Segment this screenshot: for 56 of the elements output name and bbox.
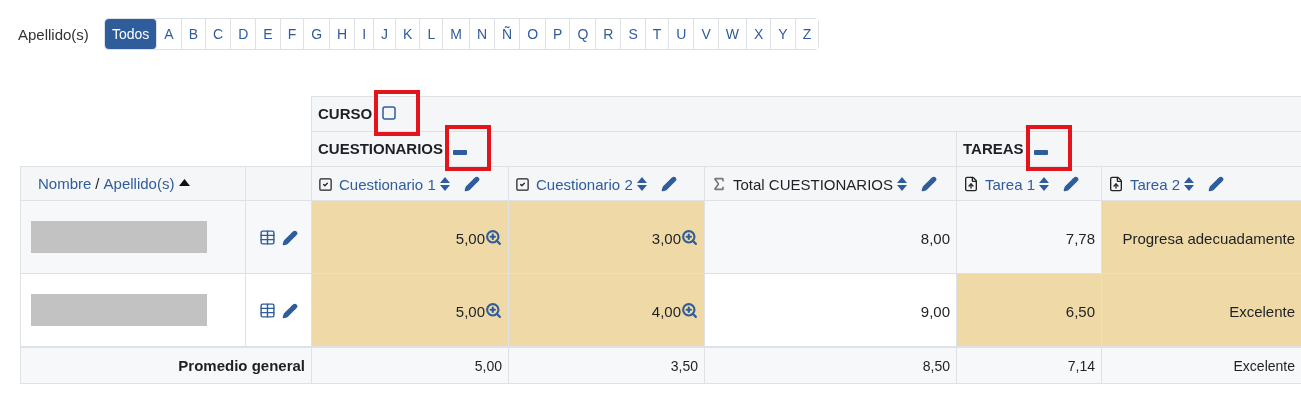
edit-icon[interactable] xyxy=(282,229,298,246)
category-name: CUESTIONARIOS xyxy=(318,139,443,157)
separator: / xyxy=(95,175,100,192)
filter-label: Apellido(s) xyxy=(18,25,90,43)
edit-icon[interactable] xyxy=(921,176,938,193)
row-label: Promedio general xyxy=(20,347,312,384)
sort-link[interactable]: Apellido(s) xyxy=(103,175,175,192)
grade-value: 8,00 xyxy=(920,229,950,247)
zoom-in-icon[interactable] xyxy=(681,229,698,247)
edit-icon[interactable] xyxy=(660,176,677,193)
checkbox-icon xyxy=(515,176,530,192)
grade-value: 6,50 xyxy=(1065,302,1095,320)
average-cell: 8,50 xyxy=(704,347,957,384)
average-cell: Excelente xyxy=(1101,347,1301,384)
edit-icon[interactable] xyxy=(1063,176,1080,193)
edit-icon[interactable] xyxy=(1208,176,1225,193)
sort-icon[interactable] xyxy=(439,177,450,192)
zoom-in-icon[interactable] xyxy=(485,229,502,247)
grade-value: 4,00 xyxy=(651,302,681,320)
zoom-in-icon[interactable] xyxy=(681,302,698,320)
grade-item-link[interactable]: Cuestionario 2 xyxy=(536,175,633,193)
letter-filter-button[interactable]: Todos xyxy=(105,19,158,49)
grade-item-link[interactable]: Cuestionario 1 xyxy=(339,175,436,193)
table-icon[interactable] xyxy=(259,302,276,320)
grade-item-link[interactable]: Tarea 2 xyxy=(1130,175,1181,193)
sort-icon[interactable] xyxy=(897,177,908,192)
grade-value: Progresa adecuadamente xyxy=(1122,229,1295,247)
table-icon[interactable] xyxy=(259,229,276,247)
checkbox-icon xyxy=(318,176,333,192)
grade-value: 9,00 xyxy=(920,302,950,320)
file-upload-icon xyxy=(1108,176,1124,193)
grade-item-link[interactable]: Tarea 1 xyxy=(985,175,1036,193)
average-cell: 7,14 xyxy=(956,347,1102,384)
file-upload-icon xyxy=(963,176,979,193)
column-title: Total CUESTIONARIOS xyxy=(733,175,894,193)
sort-icon[interactable] xyxy=(636,177,647,192)
category-name: CURSO xyxy=(318,104,373,122)
average-cell: 5,00 xyxy=(311,347,509,384)
sort-icon[interactable] xyxy=(1039,177,1050,192)
edit-icon[interactable] xyxy=(463,176,480,193)
sort-icon[interactable] xyxy=(1184,177,1195,192)
sort-ascending-icon[interactable] xyxy=(179,178,191,186)
zoom-in-icon[interactable] xyxy=(485,302,502,320)
grade-value: 5,00 xyxy=(455,302,485,320)
category-name: TAREAS xyxy=(963,139,1024,157)
collapse-toggle-icon[interactable] xyxy=(382,106,397,121)
minus-icon[interactable] xyxy=(453,150,467,156)
grade-value: 5,00 xyxy=(455,229,485,247)
average-cell: 3,50 xyxy=(508,347,705,384)
sort-link[interactable]: Nombre xyxy=(38,175,92,192)
grade-value: 3,00 xyxy=(651,229,681,247)
sigma-icon xyxy=(711,176,727,193)
grade-value: Excelente xyxy=(1229,302,1295,320)
grade-value: 7,78 xyxy=(1065,229,1095,247)
minus-icon[interactable] xyxy=(1033,150,1048,156)
edit-icon[interactable] xyxy=(282,302,298,319)
